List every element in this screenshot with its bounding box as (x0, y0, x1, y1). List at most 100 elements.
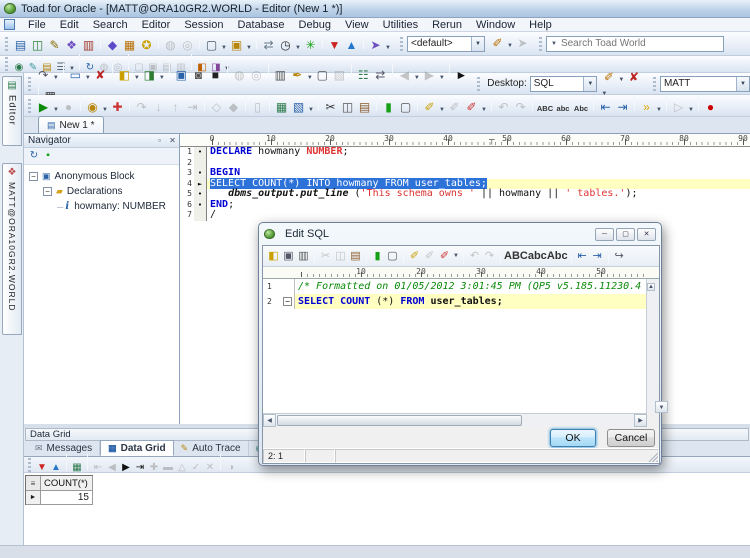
open-editor-icon[interactable]: ▤ (12, 37, 29, 54)
close-icon[interactable]: ✕ (166, 136, 179, 145)
reopen-file-dropdown-icon[interactable]: ▼ (158, 75, 166, 81)
execute-statement-dropdown-icon[interactable]: ▼ (52, 107, 60, 113)
chevron-down-icon[interactable]: ▼ (583, 76, 597, 91)
chevron-down-icon[interactable]: ▼ (471, 36, 484, 51)
minimize-icon[interactable]: ─ (595, 227, 614, 241)
play-macro-dropdown-icon[interactable]: ▼ (687, 107, 695, 113)
jump-to-object-dropdown-icon[interactable]: ▼ (384, 45, 392, 51)
execute-as-script-icon[interactable]: ◉ (84, 99, 101, 116)
menu-utilities[interactable]: Utilities (376, 19, 425, 31)
table-row[interactable]: ► 15 (26, 491, 93, 505)
paste-icon[interactable]: ▤ (348, 249, 363, 264)
object-palette-icon[interactable]: ✪ (138, 37, 155, 54)
copy-icon[interactable]: ◫ (339, 99, 356, 116)
schema-browser-icon[interactable]: ◫ (29, 37, 46, 54)
highlight-red-icon[interactable]: ✐ (437, 249, 452, 264)
describe-objects-icon[interactable]: ◆ (104, 37, 121, 54)
highlight-red-icon[interactable]: ✐ (463, 99, 480, 116)
refresh-navigator-icon[interactable]: ↻ (27, 149, 41, 163)
highlight-yellow-dropdown-icon[interactable]: ▼ (438, 107, 446, 113)
new-document-icon[interactable]: ▢ (203, 37, 220, 54)
initcaps-icon[interactable]: Abc (547, 249, 568, 264)
rollback-icon[interactable]: ▲ (343, 37, 360, 54)
highlight-yellow-icon[interactable]: ✐ (421, 99, 438, 116)
sql-recall-dropdown-icon[interactable]: ▼ (84, 75, 92, 81)
grid-menu-icon[interactable]: ≡ (26, 476, 41, 491)
fast-forward-dropdown-icon[interactable]: ▼ (655, 107, 663, 113)
cancel-button[interactable]: Cancel (607, 429, 655, 447)
menu-debug[interactable]: Debug (292, 19, 338, 31)
collapse-icon[interactable]: − (43, 187, 52, 196)
menu-file[interactable]: File (21, 19, 53, 31)
new-file-icon[interactable]: ▢ (397, 99, 414, 116)
commit-icon[interactable]: ▼ (326, 37, 343, 54)
menu-window[interactable]: Window (469, 19, 522, 31)
column-header-count[interactable]: COUNT(*) (41, 476, 93, 491)
toolbar-grip[interactable] (5, 36, 8, 51)
open-document-dropdown-icon[interactable]: ▼ (245, 45, 253, 51)
toolbar-grip[interactable] (28, 457, 31, 472)
session-browser-icon[interactable]: ❖ (63, 37, 80, 54)
toolbar-style-selector[interactable]: <default> ▼ (407, 35, 485, 52)
menu-session[interactable]: Session (177, 19, 230, 31)
indent-icon[interactable]: ⇥ (614, 99, 631, 116)
uppercase-icon[interactable]: ABC (504, 249, 528, 264)
translate-dropdown-icon[interactable]: ▼ (52, 75, 60, 81)
project-manager-icon[interactable]: ▦ (121, 37, 138, 54)
edit-toolbar-style-icon[interactable]: ✐ (489, 35, 506, 52)
menu-database[interactable]: Database (230, 19, 291, 31)
collapse-icon[interactable]: − (283, 296, 292, 306)
toolbar-grip[interactable] (477, 76, 481, 91)
tree-item-anonymous-block[interactable]: − ▣ Anonymous Block (24, 169, 179, 184)
translate-icon[interactable]: ↷ (35, 67, 52, 84)
execute-as-script-dropdown-icon[interactable]: ▼ (101, 107, 109, 113)
clear-all-icon[interactable]: ✘ (92, 67, 109, 84)
initcaps-icon[interactable]: Abc (572, 100, 590, 117)
edit-desktop-dropdown-icon[interactable]: ▼ (617, 77, 625, 83)
dock-tab-editor[interactable]: ▤ Editor (2, 76, 22, 146)
jump-to-object-icon[interactable]: ➤ (367, 37, 384, 54)
vertical-scrollbar[interactable]: ▲ ▼ (646, 279, 668, 413)
editor-layout-1-icon[interactable]: ▦ (273, 99, 290, 116)
fast-forward-icon[interactable]: » (638, 99, 655, 116)
spool-dropdown-icon[interactable]: ▼ (306, 75, 314, 81)
maximize-icon[interactable]: ▢ (616, 227, 635, 241)
collapse-icon[interactable]: − (29, 172, 38, 181)
editor-layout-2-icon[interactable]: ▧ (290, 99, 307, 116)
save-as-icon[interactable]: ◙ (190, 67, 207, 84)
dialog-code-editor[interactable]: 1 /* Formatted on 01/05/2012 3:01:45 PM (… (263, 279, 647, 413)
close-icon[interactable]: ✕ (637, 227, 656, 241)
refactor-icon[interactable]: ⇄ (372, 67, 389, 84)
ok-button[interactable]: OK (550, 429, 596, 447)
format-code-icon[interactable]: ▮ (380, 99, 397, 116)
toad-world-search[interactable]: ▼ (546, 35, 724, 52)
tab-new-1[interactable]: ▤ New 1 * (38, 116, 104, 133)
db-health-check-icon[interactable]: ▥ (80, 37, 97, 54)
record-macro-icon[interactable]: ● (702, 99, 719, 116)
paste-icon[interactable]: ▤ (356, 99, 373, 116)
search-input[interactable] (560, 38, 723, 49)
scroll-up-icon[interactable]: ▲ (647, 283, 655, 291)
highlight-red-dropdown-icon[interactable]: ▼ (480, 107, 488, 113)
new-file-icon[interactable]: ▢ (385, 249, 400, 264)
edit-desktop-icon[interactable]: ✐ (600, 69, 617, 86)
debugger-icon[interactable]: ✳ (302, 37, 319, 54)
open-document-icon[interactable]: ▣ (228, 37, 245, 54)
open-file-icon[interactable]: ◧ (116, 67, 133, 84)
editor-layout-2-dropdown-icon[interactable]: ▼ (307, 107, 315, 113)
compile-icon[interactable]: ■ (207, 67, 224, 84)
sql-tracker-icon[interactable]: ✎ (46, 37, 63, 54)
save-icon[interactable]: ▣ (173, 67, 190, 84)
remove-desktop-icon[interactable]: ✘ (625, 69, 642, 86)
scrollbar-thumb[interactable] (277, 415, 522, 426)
print-icon[interactable]: ▥ (296, 249, 311, 264)
navigate-back-dropdown-icon[interactable]: ▼ (413, 75, 421, 81)
apply-and-exit-icon[interactable]: ↪ (612, 249, 627, 264)
toolbar-grip[interactable] (539, 36, 542, 51)
optimize-sql-icon[interactable]: ☷ (355, 67, 372, 84)
connection-selector[interactable]: MATT ▼ (659, 75, 750, 92)
uppercase-icon[interactable]: ABC (536, 100, 554, 117)
print-icon[interactable]: ▥ (272, 67, 289, 84)
menu-search[interactable]: Search (86, 19, 135, 31)
tree-item-howmany[interactable]: ─ i howmany: NUMBER (24, 199, 179, 214)
